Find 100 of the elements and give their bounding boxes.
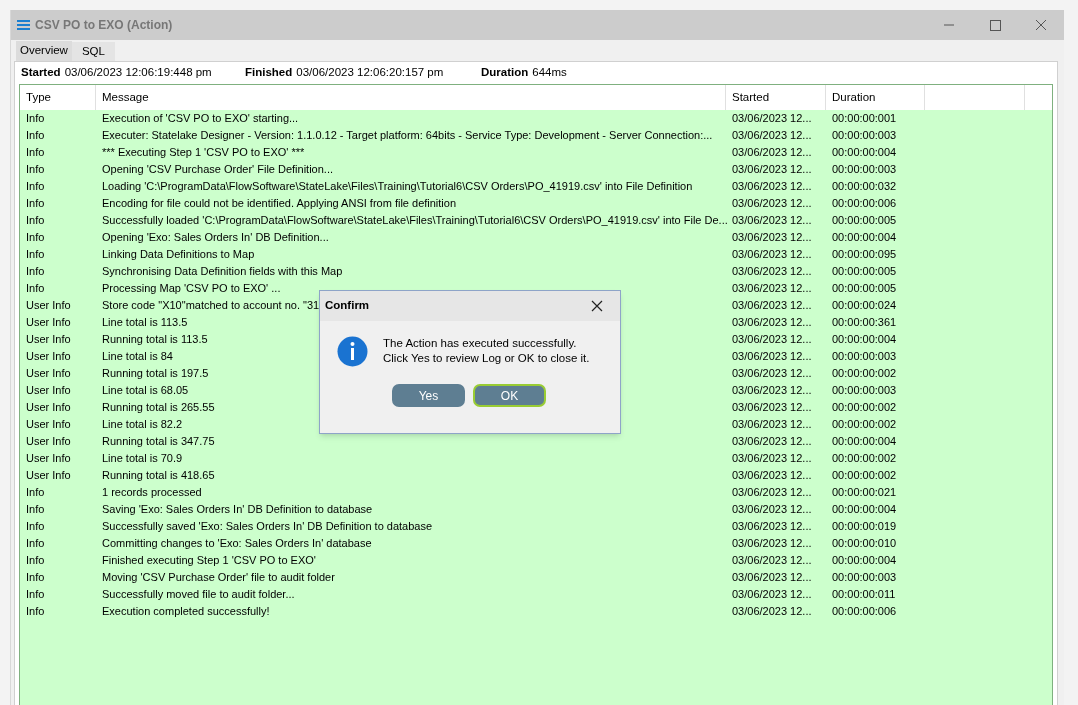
table-cell: 00:00:00:004	[832, 146, 897, 159]
table-cell: Info	[26, 214, 45, 227]
table-cell: 00:00:00:005	[832, 214, 897, 227]
dialog-button[interactable]: Yes	[392, 384, 465, 407]
table-cell: 00:00:00:024	[832, 299, 897, 312]
table-cell: Info	[26, 486, 45, 499]
table-cell: 03/06/2023 12...	[732, 333, 812, 346]
table-cell: 00:00:00:005	[832, 265, 897, 278]
table-cell: 1 records processed	[102, 486, 202, 499]
table-cell: User Info	[26, 299, 71, 312]
table-cell: 03/06/2023 12...	[732, 605, 812, 618]
table-cell: 03/06/2023 12...	[732, 350, 812, 363]
table-cell: 03/06/2023 12...	[732, 367, 812, 380]
table-cell: 03/06/2023 12...	[732, 197, 812, 210]
table-cell: Running total is 265.55	[102, 401, 215, 414]
tab[interactable]: Overview	[16, 41, 72, 61]
table-cell: Processing Map 'CSV PO to EXO' ...	[102, 282, 281, 295]
table-cell: Running total is 113.5	[102, 333, 208, 346]
table-cell: User Info	[26, 333, 71, 346]
table-cell: 03/06/2023 12...	[732, 469, 812, 482]
table-cell: Synchronising Data Definition fields with this Map	[102, 265, 343, 278]
table-cell: 00:00:00:004	[832, 503, 897, 516]
table-cell: 00:00:00:002	[832, 452, 897, 465]
column-header[interactable]: Type	[20, 85, 96, 110]
dialog-title: Confirm	[325, 298, 370, 314]
table-cell: 00:00:00:021	[832, 486, 897, 499]
table-cell: Info	[26, 605, 45, 618]
table-cell: 00:00:00:011	[832, 588, 896, 601]
table-cell: 00:00:00:003	[832, 163, 897, 176]
table-cell: Loading 'C:\ProgramData\FlowSoftware\StateLake\Files\Training\Tutorial6\CSV Orders\PO_41919.csv' into File Definition	[102, 180, 693, 193]
table-cell: 03/06/2023 12...	[732, 435, 812, 448]
table-cell: Info	[26, 265, 45, 278]
table-cell: 03/06/2023 12...	[732, 299, 812, 312]
window-title: CSV PO to EXO (Action)	[35, 17, 173, 34]
table-cell: 03/06/2023 12...	[732, 265, 812, 278]
table-cell: 03/06/2023 12...	[732, 520, 812, 533]
tab[interactable]: SQL	[71, 42, 115, 61]
table-cell: Info	[26, 520, 45, 533]
table-cell: User Info	[26, 316, 71, 329]
table-cell: User Info	[26, 469, 71, 482]
table-cell: User Info	[26, 401, 71, 414]
table-cell: Running total is 418.65	[102, 469, 215, 482]
table-cell: Info	[26, 588, 45, 601]
table-cell: 03/06/2023 12...	[732, 214, 812, 227]
column-header[interactable]: Duration	[826, 85, 925, 110]
table-cell: 00:00:00:019	[832, 520, 897, 533]
table-cell: Info	[26, 180, 45, 193]
table-cell: Saving 'Exo: Sales Orders In' DB Definition to database	[102, 503, 373, 516]
table-cell: Successfully moved file to audit folder...	[102, 588, 295, 601]
summary-value: 03/06/2023 12:06:19:448 pm	[64, 65, 212, 81]
dialog-message: The Action has executed successfully.	[383, 336, 578, 351]
table-cell: 03/06/2023 12...	[732, 146, 812, 159]
table-cell: User Info	[26, 367, 71, 380]
table-cell: Running total is 197.5	[102, 367, 209, 380]
table-cell: User Info	[26, 435, 71, 448]
info-icon	[337, 336, 368, 367]
summary-value: 03/06/2023 12:06:20:157 pm	[296, 65, 444, 81]
table-cell: Store code "X10"matched to account no. "31	[102, 299, 320, 312]
table-cell: User Info	[26, 350, 71, 363]
table-cell: Finished executing Step 1 'CSV PO to EXO'	[102, 554, 316, 567]
table-cell: 00:00:00:004	[832, 554, 897, 567]
table-cell: 03/06/2023 12...	[732, 401, 812, 414]
table-cell: 03/06/2023 12...	[732, 503, 812, 516]
table-cell: 03/06/2023 12...	[732, 112, 812, 125]
table-cell: 00:00:00:003	[832, 129, 897, 142]
table-cell: Info	[26, 112, 45, 125]
summary-label: Duration	[481, 65, 529, 81]
table-cell: 00:00:00:002	[832, 401, 897, 414]
table-cell: User Info	[26, 452, 71, 465]
column-header[interactable]: Message	[96, 85, 726, 110]
table-cell: 03/06/2023 12...	[732, 537, 812, 550]
table-cell: Opening 'CSV Purchase Order' File Definition...	[102, 163, 334, 176]
table-cell: Executer: Statelake Designer - Version: 1.1.0.12 - Target platform: 64bits - Service Type: Development - Server Connection:...	[102, 129, 713, 142]
table-cell: 00:00:00:001	[832, 112, 897, 125]
close-icon[interactable]	[591, 300, 603, 312]
table-cell: Moving 'CSV Purchase Order' file to audit folder	[102, 571, 335, 584]
table-cell: Info	[26, 146, 45, 159]
table-cell: User Info	[26, 384, 71, 397]
column-header[interactable]: Started	[726, 85, 826, 110]
table-cell: Info	[26, 163, 45, 176]
table-cell: 03/06/2023 12...	[732, 384, 812, 397]
table-cell: Execution of 'CSV PO to EXO' starting...	[102, 112, 299, 125]
table-cell: Info	[26, 248, 45, 261]
table-cell: Info	[26, 503, 45, 516]
table-cell: *** Executing Step 1 'CSV PO to EXO' ***	[102, 146, 305, 159]
table-cell: Encoding for file could not be identified. Applying ANSI from file definition	[102, 197, 457, 210]
table-cell: Info	[26, 282, 45, 295]
summary-label: Started	[21, 65, 61, 81]
table-cell: Running total is 347.75	[102, 435, 215, 448]
table-cell: 03/06/2023 12...	[732, 418, 812, 431]
dialog-button[interactable]: OK	[473, 384, 546, 407]
table-cell: Line total is 68.05	[102, 384, 189, 397]
table-cell: 00:00:00:010	[832, 537, 897, 550]
dialog-message: Click Yes to review Log or OK to close it.	[383, 351, 590, 366]
table-cell: 03/06/2023 12...	[732, 452, 812, 465]
table-cell: Successfully saved 'Exo: Sales Orders In' DB Definition to database	[102, 520, 433, 533]
table-cell: Linking Data Definitions to Map	[102, 248, 255, 261]
table-cell: 00:00:00:002	[832, 367, 897, 380]
table-cell: 00:00:00:004	[832, 333, 897, 346]
table-cell: 00:00:00:006	[832, 605, 897, 618]
